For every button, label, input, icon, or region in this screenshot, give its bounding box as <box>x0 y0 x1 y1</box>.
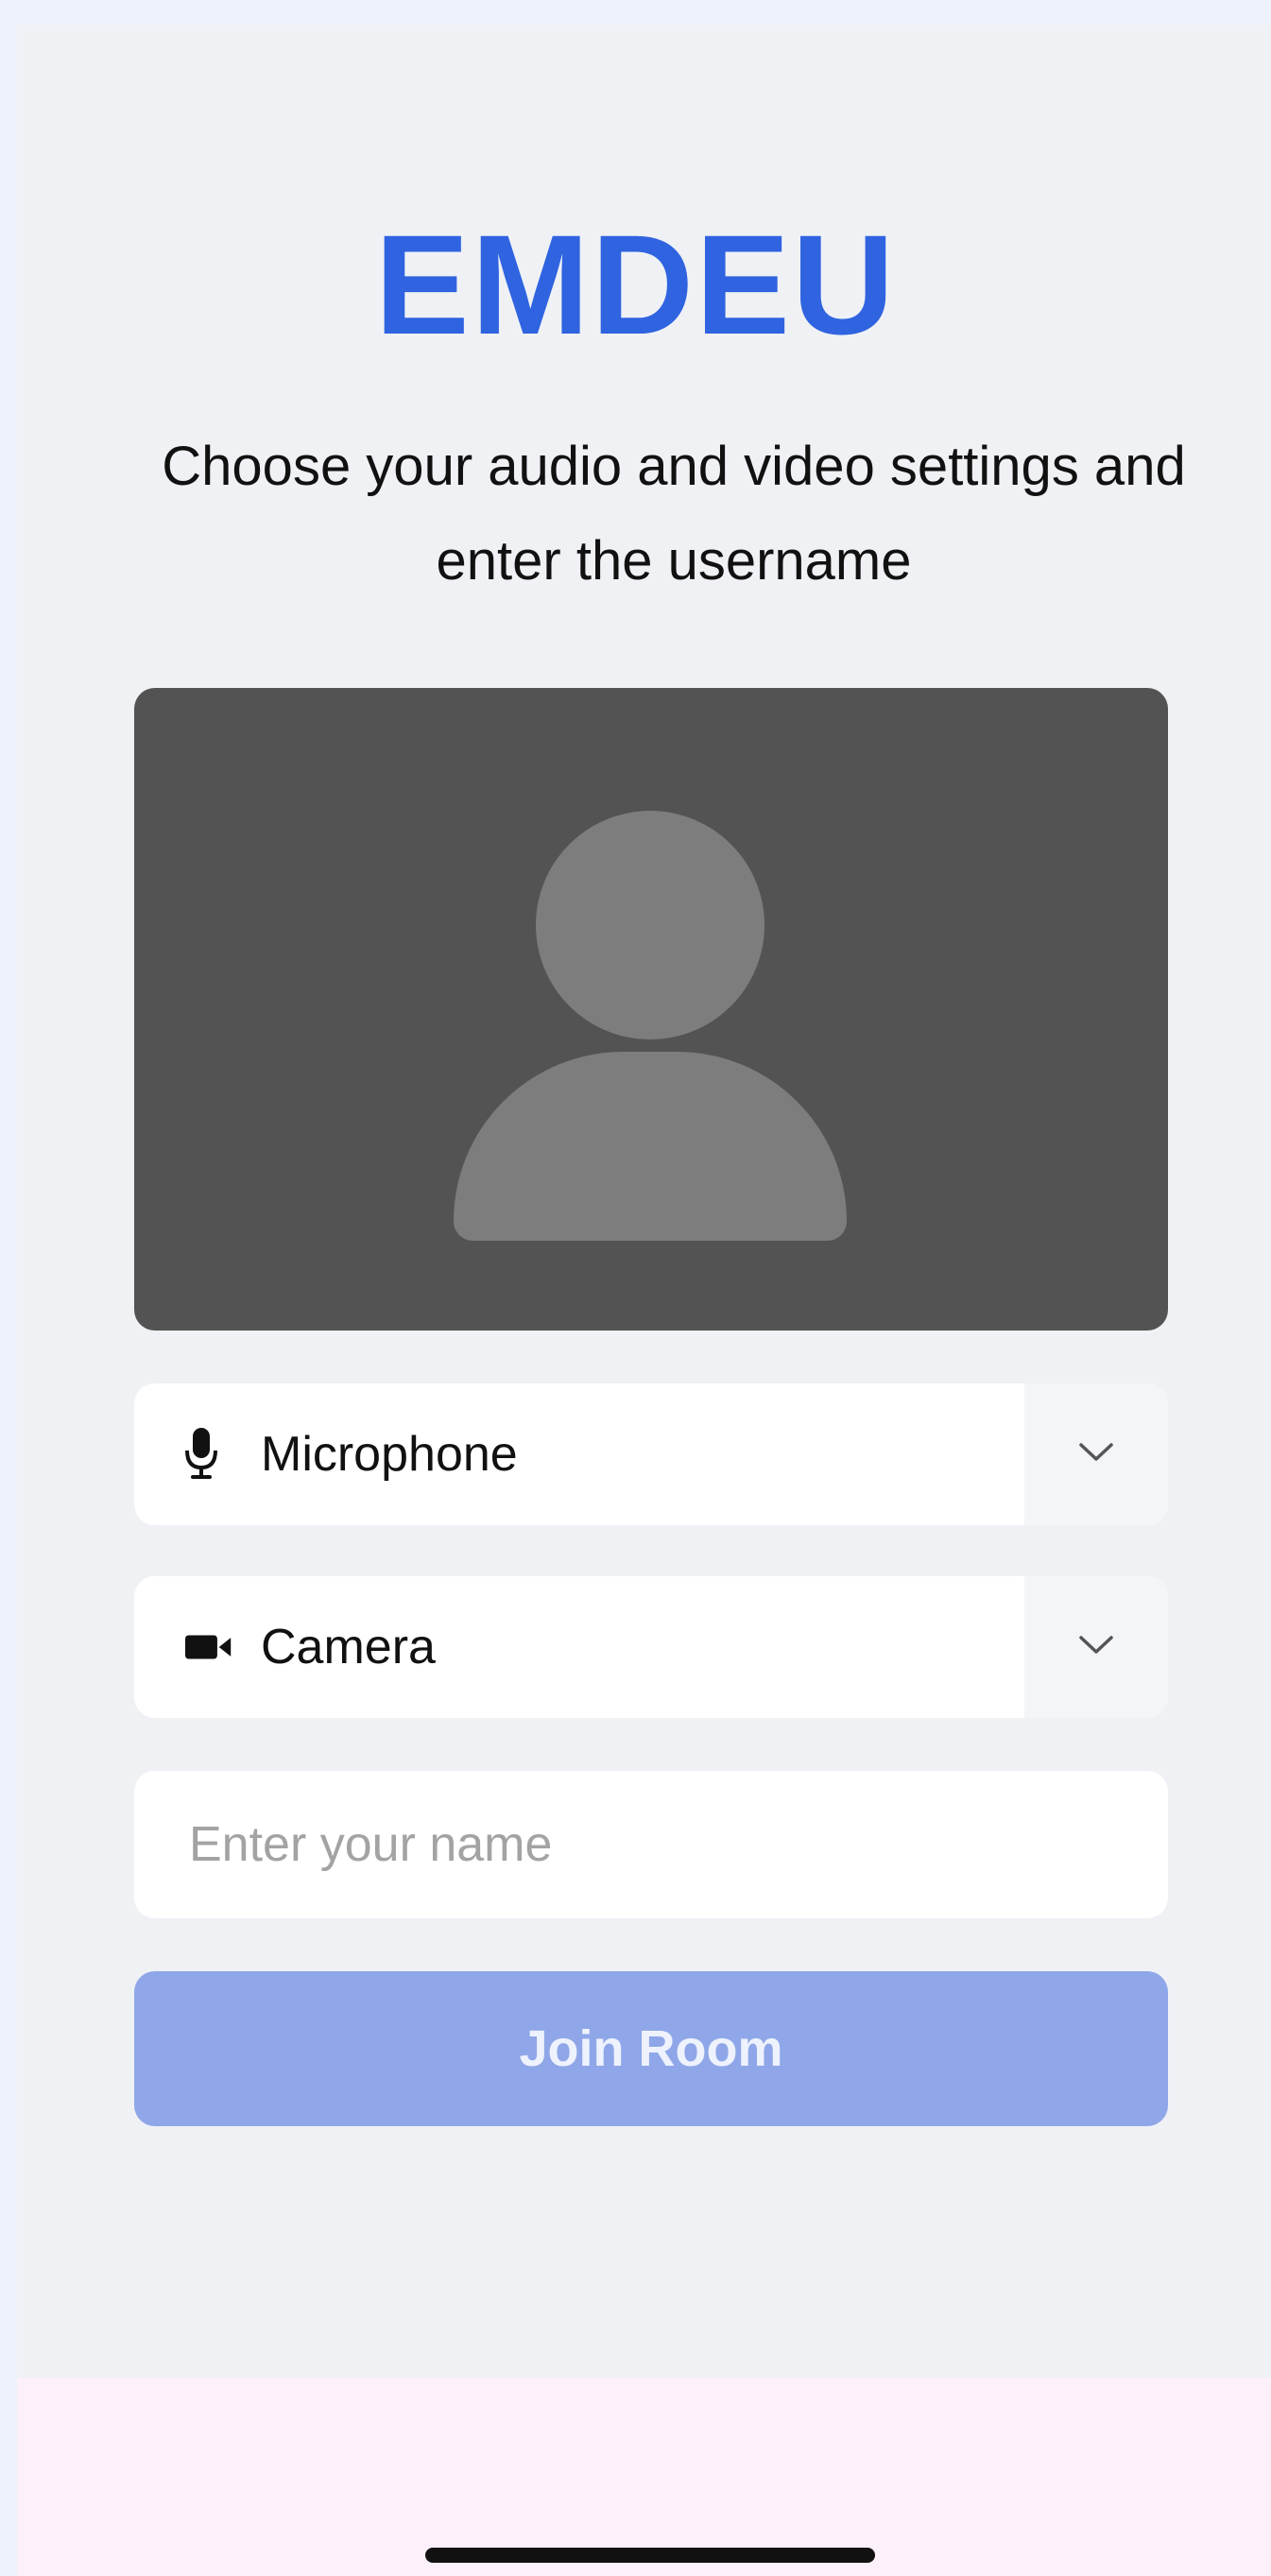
app-screen: EMDEU Choose your audio and video settin… <box>17 25 1271 2576</box>
person-placeholder-icon-body <box>454 1052 847 1241</box>
bottom-safe-area <box>17 2378 1271 2576</box>
camera-dropdown-toggle[interactable] <box>1024 1576 1168 1718</box>
chevron-down-icon <box>1077 1634 1115 1661</box>
video-camera-icon <box>185 1619 232 1675</box>
microphone-selector[interactable]: Microphone <box>134 1383 1168 1525</box>
microphone-label: Microphone <box>261 1427 518 1482</box>
camera-select-label[interactable]: Camera <box>134 1576 1024 1718</box>
camera-selector[interactable]: Camera <box>134 1576 1168 1718</box>
instructions-text: Choose your audio and video settings and… <box>93 420 1255 609</box>
microphone-select-label[interactable]: Microphone <box>134 1383 1024 1525</box>
camera-label: Camera <box>261 1620 436 1674</box>
instructions-line-1: Choose your audio and video settings and <box>162 436 1186 497</box>
video-preview <box>134 688 1168 1331</box>
chevron-down-icon <box>1077 1441 1115 1468</box>
microphone-icon <box>185 1426 232 1483</box>
home-indicator[interactable] <box>425 2548 875 2563</box>
name-input[interactable] <box>134 1771 1168 1918</box>
instructions-line-2: enter the username <box>436 530 912 592</box>
microphone-dropdown-toggle[interactable] <box>1024 1383 1168 1525</box>
person-placeholder-icon-head <box>536 811 764 1039</box>
app-title: EMDEU <box>374 205 897 364</box>
join-room-button[interactable]: Join Room <box>134 1971 1168 2126</box>
